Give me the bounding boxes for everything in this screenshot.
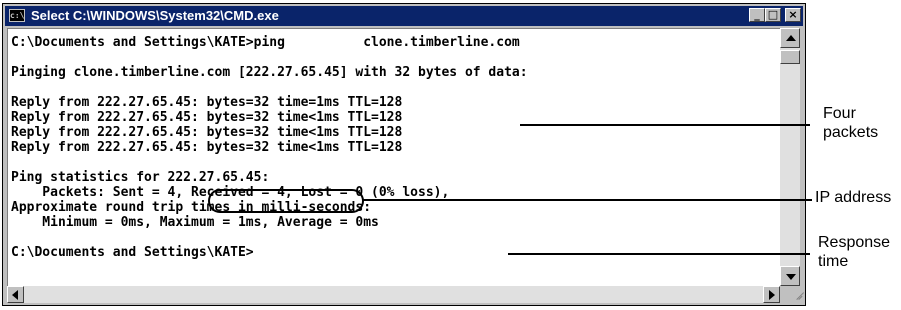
- minimize-button[interactable]: _: [749, 8, 765, 22]
- arrow-down-icon: [786, 274, 796, 280]
- console-line: Minimum = 0ms, Maximum = 1ms, Average = …: [11, 215, 379, 230]
- console-output[interactable]: C:\Documents and Settings\KATE>ping clon…: [7, 28, 781, 287]
- ip-address-leader: [362, 199, 812, 201]
- close-button[interactable]: ×: [785, 8, 801, 22]
- four-packets-callout: Four packets: [823, 105, 879, 141]
- console-line: C:\Documents and Settings\KATE>ping clon…: [11, 35, 520, 50]
- scroll-thumb[interactable]: [780, 50, 800, 64]
- arrow-up-icon: [786, 35, 796, 41]
- vertical-scrollbar[interactable]: [780, 28, 800, 286]
- console-line: Pinging clone.timberline.com [222.27.65.…: [11, 65, 528, 80]
- ip-address-highlight: [208, 189, 364, 213]
- scroll-left-button[interactable]: [7, 286, 24, 303]
- title-bar[interactable]: c:\ Select C:\WINDOWS\System32\CMD.exe _…: [5, 6, 803, 26]
- scroll-down-button[interactable]: [780, 266, 800, 286]
- console-line: Reply from 222.27.65.45: bytes=32 time=1…: [11, 95, 403, 110]
- maximize-button[interactable]: □: [765, 8, 781, 22]
- console-line: Ping statistics for 222.27.65.45:: [11, 170, 270, 185]
- arrow-right-icon: [769, 290, 775, 300]
- console-line: Reply from 222.27.65.45: bytes=32 time<1…: [11, 140, 403, 155]
- cmd-icon: c:\: [9, 9, 25, 22]
- resize-grip-icon[interactable]: [780, 286, 800, 303]
- horizontal-scrollbar[interactable]: [7, 286, 780, 303]
- arrow-left-icon: [12, 290, 18, 300]
- scroll-up-button[interactable]: [780, 28, 800, 48]
- response-time-callout: Response time: [818, 234, 891, 270]
- scroll-right-button[interactable]: [763, 286, 780, 303]
- console-text: C:\Documents and Settings\KATE>ping clon…: [11, 35, 528, 260]
- console-line: Reply from 222.27.65.45: bytes=32 time<1…: [11, 125, 403, 140]
- response-time-leader: [508, 253, 810, 255]
- window-title: Select C:\WINDOWS\System32\CMD.exe: [31, 8, 279, 23]
- console-line: Reply from 222.27.65.45: bytes=32 time<1…: [11, 110, 403, 125]
- cmd-window: c:\ Select C:\WINDOWS\System32\CMD.exe _…: [2, 3, 806, 306]
- ip-address-callout: IP address: [815, 189, 892, 206]
- four-packets-leader: [520, 124, 810, 126]
- console-line: C:\Documents and Settings\KATE>: [11, 245, 254, 260]
